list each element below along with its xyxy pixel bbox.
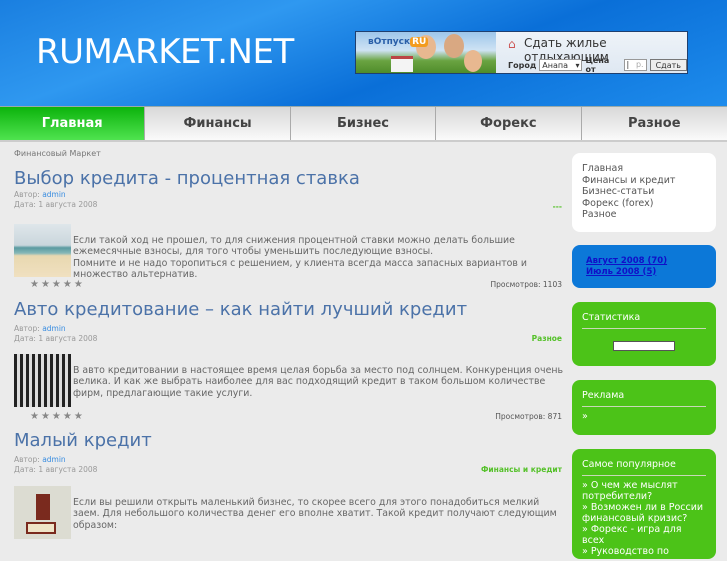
post-date: Дата: 1 августа 2008 xyxy=(14,334,98,343)
nav-misc[interactable]: Разное xyxy=(581,107,727,140)
counter-widget[interactable] xyxy=(613,341,675,351)
nav-forex[interactable]: Форекс xyxy=(436,107,582,140)
post: Авто кредитование – как найти лучший кре… xyxy=(14,299,564,424)
site-logo[interactable]: RUMARKET.NET xyxy=(36,32,294,72)
post-title[interactable]: Авто кредитование – как найти лучший кре… xyxy=(14,299,562,321)
sidebar-item-business[interactable]: Бизнес-статьи xyxy=(582,186,706,198)
archive-link[interactable]: Июль 2008 (5) xyxy=(586,267,702,278)
popular-link[interactable]: » Форекс - игра для всех xyxy=(582,524,706,546)
nav-finance[interactable]: Финансы xyxy=(145,107,291,140)
post-category[interactable]: Разное xyxy=(532,334,562,343)
nav-business[interactable]: Бизнес xyxy=(290,107,437,140)
post-category[interactable]: --- xyxy=(553,202,562,211)
post-thumbnail[interactable] xyxy=(14,224,71,277)
stats-title: Статистика xyxy=(582,302,706,329)
popular-link[interactable]: » Возможен ли в России финансовый кризис… xyxy=(582,502,706,524)
sidebar-item-forex[interactable]: Форекс (forex) xyxy=(582,198,706,210)
popular-box: Самое популярное » О чем же мыслят потре… xyxy=(572,449,716,559)
post-author: Автор: admin xyxy=(14,324,66,333)
ad-banner[interactable]: вОтпуск RU ⌂ Сдать жилье отдыхающим Город… xyxy=(355,31,688,74)
post-author: Автор: admin xyxy=(14,190,66,199)
popular-link[interactable]: » Руководство по xyxy=(582,546,706,557)
author-link[interactable]: admin xyxy=(42,324,66,333)
house-icon: ⌂ xyxy=(508,37,516,51)
post-excerpt: В авто кредитовании в настоящее время це… xyxy=(73,365,564,399)
archive-link[interactable]: Август 2008 (70) xyxy=(586,256,702,267)
breadcrumb: Финансовый Маркет xyxy=(14,149,101,158)
view-count: Просмотров: 871 xyxy=(495,412,562,421)
submit-button[interactable]: Сдать xyxy=(649,59,687,71)
chevron-down-icon: ▾ xyxy=(575,60,580,70)
header: RUMARKET.NET вОтпуск RU ⌂ Сдать жилье отд… xyxy=(0,0,727,106)
rating-stars[interactable]: ★★★★★ xyxy=(30,279,85,290)
post-thumbnail[interactable] xyxy=(14,354,71,407)
popular-link[interactable]: » О чем же мыслят потребители? xyxy=(582,480,706,502)
post-title[interactable]: Малый кредит xyxy=(14,430,562,452)
author-link[interactable]: admin xyxy=(42,455,66,464)
post-excerpt: Если такой ход не прошел, то для снижени… xyxy=(73,235,527,280)
post-author: Автор: admin xyxy=(14,455,66,464)
author-link[interactable]: admin xyxy=(42,190,66,199)
ads-title: Реклама xyxy=(582,380,706,407)
price-input[interactable]: | р. xyxy=(623,59,647,71)
ads-item[interactable]: » xyxy=(572,407,716,426)
price-label: Цена от xyxy=(585,56,610,74)
post-date: Дата: 1 августа 2008 xyxy=(14,200,98,209)
sidebar-item-home[interactable]: Главная xyxy=(582,163,706,175)
post-thumbnail[interactable] xyxy=(14,486,71,539)
post-category[interactable]: Финансы и кредит xyxy=(481,465,562,474)
view-count: Просмотров: 1103 xyxy=(490,280,563,289)
ads-box: Реклама » xyxy=(572,380,716,435)
archives-box: Август 2008 (70) Июль 2008 (5) xyxy=(572,245,716,288)
sidebar-item-finance[interactable]: Финансы и кредит xyxy=(582,175,706,187)
post: Выбор кредита - процентная ставка Автор:… xyxy=(14,168,562,293)
sidebar-item-misc[interactable]: Разное xyxy=(582,209,706,221)
categories-box: Главная Финансы и кредит Бизнес-статьи Ф… xyxy=(572,153,716,232)
post: Малый кредит Автор: admin Дата: 1 август… xyxy=(14,430,562,545)
post-excerpt: Если вы решили открыть маленький бизнес,… xyxy=(73,497,557,531)
city-select[interactable]: Анапа ▾ xyxy=(539,59,583,71)
main-nav: Главная Финансы Бизнес Форекс Разное xyxy=(0,106,727,142)
post-date: Дата: 1 августа 2008 xyxy=(14,465,98,474)
popular-title: Самое популярное xyxy=(582,449,706,476)
post-title[interactable]: Выбор кредита - процентная ставка xyxy=(14,168,562,190)
banner-brand: вОтпуск RU xyxy=(368,37,429,47)
rating-stars[interactable]: ★★★★★ xyxy=(30,411,85,422)
stats-box: Статистика xyxy=(572,302,716,366)
nav-home[interactable]: Главная xyxy=(0,107,146,140)
city-label: Город xyxy=(508,60,537,70)
